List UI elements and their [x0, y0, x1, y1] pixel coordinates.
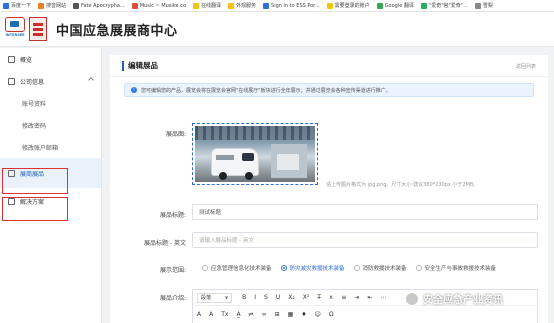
editor-tool-r1-3[interactable]: U	[276, 294, 280, 301]
bookmark-8[interactable]: Google 翻译	[376, 2, 414, 9]
scope-option-disaster[interactable]: 防灾减灾救援技术装备	[280, 264, 345, 272]
image-label: 展品图:	[165, 131, 186, 138]
google-icon	[376, 2, 383, 9]
info-icon: i	[131, 87, 137, 93]
scope-option-fire[interactable]: 消防救援技术装备	[353, 264, 407, 272]
scope-option-info[interactable]: 应急管理信息化技术装备	[202, 264, 272, 272]
editor-tool-r2-1[interactable]: A	[209, 311, 213, 318]
highlight-box-solutions	[2, 197, 68, 221]
wechat-watermark: 安全应急产业资讯	[405, 291, 503, 306]
title-label: 展品标题:	[159, 212, 186, 219]
site-header: INTERSEE 中国应急展展商中心	[0, 12, 554, 47]
site-title: 中国应急展展商中心	[56, 23, 178, 39]
exhibit-photo	[195, 126, 315, 182]
scope-label: 展示范围:	[159, 267, 186, 274]
page-icon	[73, 2, 80, 9]
editor-tool-r2-7[interactable]: ▦	[288, 311, 294, 318]
baidu-icon	[3, 2, 9, 9]
intersee-logo[interactable]: INTERSEE	[4, 17, 26, 41]
folder-icon	[193, 2, 199, 9]
folder-icon	[228, 2, 235, 9]
signin-icon	[263, 2, 270, 9]
music-icon	[131, 2, 138, 9]
bookmark-4[interactable]: 在线翻译	[193, 2, 221, 9]
editor-tool-r1-0[interactable]: B	[242, 294, 246, 301]
editor-tool-r1-7[interactable]: ∧	[329, 294, 333, 301]
editor-tool-r1-2[interactable]: S	[264, 294, 268, 301]
scope-option-safety[interactable]: 安全生产与事故救援技术装备	[415, 264, 496, 272]
chevron-up-icon	[88, 77, 94, 83]
editor-tool-r1-6[interactable]: T̶	[317, 294, 321, 301]
title-input[interactable]: 测试标题	[192, 204, 538, 220]
bookmark-3[interactable]: Music ~ Musike.co	[131, 2, 186, 9]
folder-icon	[326, 2, 333, 9]
bookmark-5[interactable]: 外观服务	[228, 2, 256, 9]
editor-tool-r1-5[interactable]: X²	[303, 294, 310, 301]
editor-tool-r1-1[interactable]: I	[254, 294, 256, 301]
scope-radio-group: 应急管理信息化技术装备 防灾减灾救援技术装备 消防救援技术装备 安全生产与事故救…	[202, 264, 505, 272]
bookmark-2[interactable]: Fate Apocrypha...	[73, 2, 125, 9]
editor-tool-r2-6[interactable]: ⊞	[275, 311, 280, 318]
image-hint: 请上传图片格式为 jpg,png。尺寸大小:建议380*230px 小于2MB。	[326, 182, 479, 188]
site-icon	[38, 2, 45, 9]
info-notice: i 您可编辑您的产品，展览会将在展览会官网"在线展厅"板块进行全年展示；并通过展…	[124, 83, 534, 97]
page-title: 编辑展品	[128, 61, 158, 70]
page-header: 编辑展品 返回列表	[110, 55, 548, 77]
building-icon	[8, 77, 15, 85]
page-icon	[474, 2, 481, 9]
editor-tool-r1-9[interactable]: ⇥	[354, 294, 359, 301]
title-en-label: 展品标题 - 英文	[144, 240, 186, 247]
editor-tool-r2-9[interactable]: ☺	[315, 311, 321, 318]
sidebar-item-overview[interactable]: 概览	[0, 48, 101, 70]
editor-tool-r2-2[interactable]: Tx	[221, 311, 228, 318]
logo-text: INTERSEE	[5, 33, 25, 37]
home-icon	[8, 55, 15, 63]
title-en-input[interactable]: 请输入展品标题 - 英文	[192, 232, 538, 248]
sidebar-item-email[interactable]: 修改账户邮箱	[0, 136, 101, 158]
exhibition-logo	[29, 17, 47, 41]
chevron-down-icon: ▼	[225, 295, 229, 300]
bookmark-0[interactable]: 百度一下	[3, 2, 31, 9]
wechat-icon	[405, 291, 419, 306]
sidebar-item-password[interactable]: 修改密码	[0, 114, 101, 136]
editor-tool-r1-4[interactable]: X₂	[288, 294, 295, 301]
sidebar-item-account[interactable]: 账号资料	[0, 92, 101, 114]
editor-tool-r2-5[interactable]: ∞	[262, 311, 267, 318]
bookmarks-bar: 百度一下 搜音网站 Fate Apocrypha... Music ~ Musike.…	[0, 0, 554, 12]
main-panel: 编辑展品 返回列表 i 您可编辑您的产品，展览会将在展览会官网"在线展厅"板块进…	[110, 55, 548, 323]
editor-tool-r1-10[interactable]: ⇤	[367, 294, 372, 301]
bookmark-10[interactable]: 雪梨	[474, 2, 493, 9]
editor-tool-r2-8[interactable]: ♦	[301, 311, 306, 318]
bookmark-7[interactable]: 需要登录的账户	[326, 2, 370, 9]
editor-tool-r2-3[interactable]: A̲	[236, 311, 240, 318]
image-upload[interactable]	[192, 123, 318, 185]
editor-toolbar-row2: A A Tx A̲ ⇌ ∞ ⊞ ▦ ♦ ☺ Ω	[193, 306, 537, 322]
editor-tool-r2-4[interactable]: ⇌	[249, 311, 254, 318]
intro-label: 展品介绍:	[159, 295, 186, 302]
editor-tool-r1-8[interactable]: ≡	[341, 294, 346, 301]
editor-tool-r2-0[interactable]: A	[197, 311, 201, 318]
sidebar-item-company[interactable]: 公司信息	[0, 70, 101, 92]
highlight-box-exhibits	[2, 168, 68, 194]
paragraph-select[interactable]: 段落 ▼	[197, 292, 233, 303]
video-icon	[420, 2, 427, 9]
bookmark-6[interactable]: Sign in to ESS Por...	[263, 2, 320, 9]
bookmark-9[interactable]: "爱奇"官"爱奇"...	[420, 2, 468, 9]
back-to-list-link[interactable]: 返回列表	[516, 63, 536, 70]
editor-tool-r2-10[interactable]: Ω	[329, 311, 334, 318]
editor-tool-r1-11[interactable]: ⋯	[380, 294, 386, 301]
bookmark-1[interactable]: 搜音网站	[38, 2, 66, 9]
